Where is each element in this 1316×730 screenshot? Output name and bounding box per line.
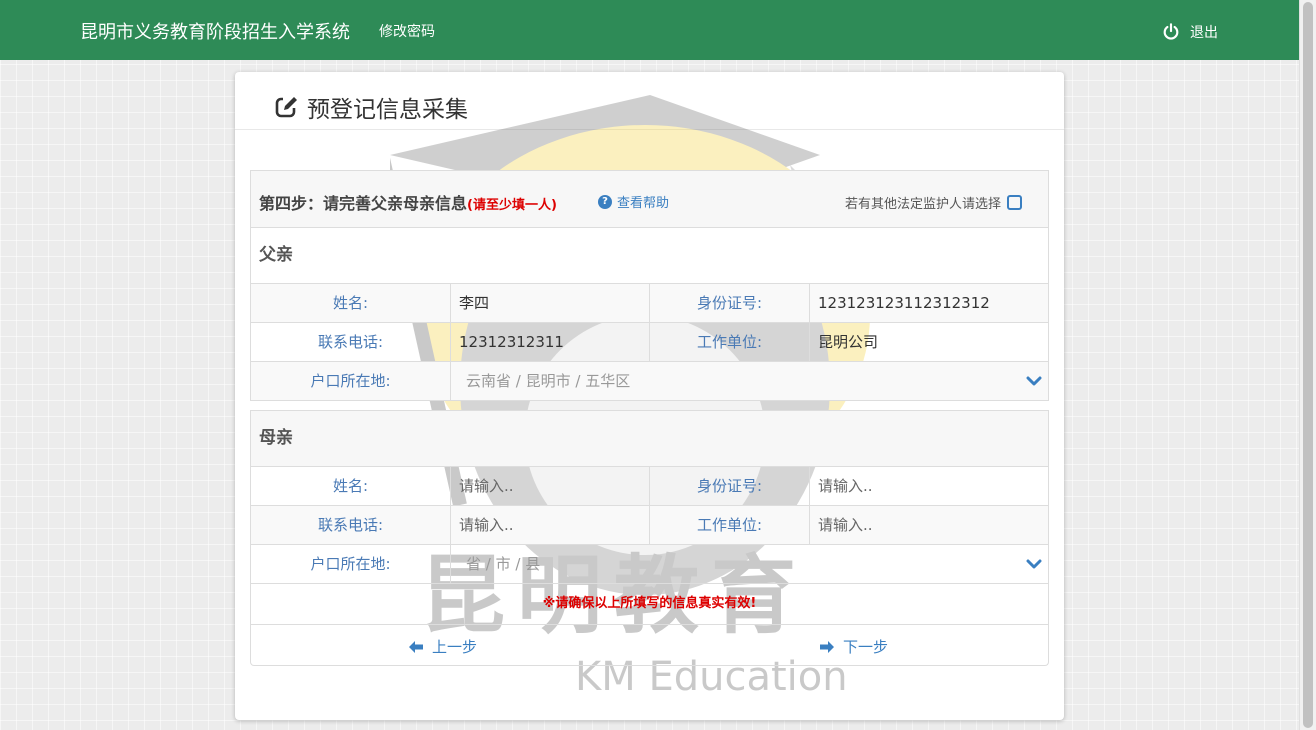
card-header: 预登记信息采集 xyxy=(235,72,1064,130)
top-navbar: 昆明市义务教育阶段招生入学系统 修改密码 退出 xyxy=(0,0,1300,60)
next-step-label: 下一步 xyxy=(843,638,889,656)
page-title: 预登记信息采集 xyxy=(275,90,468,124)
father-phone-label: 联系电话: xyxy=(251,323,451,361)
question-icon: ? xyxy=(598,194,612,209)
mother-id-input[interactable]: 请输入.. xyxy=(810,467,1048,505)
guardian-checkbox[interactable] xyxy=(1007,195,1023,210)
guardian-label: 若有其他法定监护人请选择 xyxy=(845,197,1002,212)
help-link-label: 查看帮助 xyxy=(617,196,670,211)
logout-label: 退出 xyxy=(1190,25,1218,41)
step-note: (请至少填一人) xyxy=(467,198,557,213)
power-icon xyxy=(1163,23,1179,40)
mother-district: 县 xyxy=(525,555,541,573)
mother-row-name: 姓名: 请输入.. 身份证号: 请输入.. xyxy=(250,467,1049,506)
father-phone-field[interactable]: 12312312311 xyxy=(451,323,650,361)
father-district: 五华区 xyxy=(585,372,631,390)
mother-phone-label: 联系电话: xyxy=(251,506,451,544)
father-name-label: 姓名: xyxy=(251,284,451,322)
step-navigation: 上一步 下一步 xyxy=(250,625,1049,666)
chevron-down-icon[interactable] xyxy=(1026,373,1042,389)
next-step-button[interactable]: 下一步 xyxy=(819,636,888,657)
father-name-field[interactable]: 李四 xyxy=(451,284,650,322)
mother-phone-input[interactable]: 请输入.. xyxy=(451,506,650,544)
mother-row-address: 户口所在地: 省 / 市 / 县 xyxy=(250,545,1049,584)
father-address-select[interactable]: 云南省 / 昆明市 / 五华区 xyxy=(451,362,1048,400)
page-title-text: 预登记信息采集 xyxy=(307,97,468,123)
father-row-name: 姓名: 李四 身份证号: 123123123112312312 xyxy=(250,284,1049,323)
father-section-title: 父亲 xyxy=(250,228,1049,284)
mother-address-label: 户口所在地: xyxy=(251,545,451,583)
prev-step-label: 上一步 xyxy=(432,638,478,656)
father-id-label: 身份证号: xyxy=(650,284,810,322)
mother-city: 市 xyxy=(495,555,511,573)
step-title: 第四步：请完善父亲母亲信息(请至少填一人) xyxy=(259,190,557,214)
vertical-scrollbar[interactable] xyxy=(1299,0,1316,730)
father-work-label: 工作单位: xyxy=(650,323,810,361)
mother-id-label: 身份证号: xyxy=(650,467,810,505)
father-row-phone: 联系电话: 12312312311 工作单位: 昆明公司 xyxy=(250,323,1049,362)
change-password-link[interactable]: 修改密码 xyxy=(379,21,435,41)
help-link[interactable]: ? 查看帮助 xyxy=(598,192,669,211)
app-title[interactable]: 昆明市义务教育阶段招生入学系统 xyxy=(80,18,350,44)
father-id-field[interactable]: 123123123112312312 xyxy=(810,284,1048,322)
mother-section-title: 母亲 xyxy=(250,410,1049,467)
mother-address-select[interactable]: 省 / 市 / 县 xyxy=(451,545,1048,583)
prev-step-button[interactable]: 上一步 xyxy=(408,636,477,657)
father-work-field[interactable]: 昆明公司 xyxy=(810,323,1048,361)
arrow-left-icon xyxy=(409,640,423,653)
other-guardian-option[interactable]: 若有其他法定监护人请选择 xyxy=(845,193,1023,212)
arrow-right-icon xyxy=(820,640,834,653)
edit-icon xyxy=(275,97,298,118)
mother-work-label: 工作单位: xyxy=(650,506,810,544)
mother-province: 省 xyxy=(466,555,482,573)
mother-row-phone: 联系电话: 请输入.. 工作单位: 请输入.. xyxy=(250,506,1049,545)
father-city: 昆明市 xyxy=(525,372,571,390)
form-card: 预登记信息采集 昆明教育 KM Education 第四步：请完善父亲母亲信息(… xyxy=(235,72,1064,720)
mother-name-input[interactable]: 请输入.. xyxy=(451,467,650,505)
scrollbar-thumb[interactable] xyxy=(1303,2,1313,728)
step-title-text: 第四步：请完善父亲母亲信息 xyxy=(259,194,468,213)
father-province: 云南省 xyxy=(466,372,512,390)
mother-work-input[interactable]: 请输入.. xyxy=(810,506,1048,544)
step-header: 第四步：请完善父亲母亲信息(请至少填一人) ? 查看帮助 若有其他法定监护人请选… xyxy=(250,170,1049,228)
logout-button[interactable]: 退出 xyxy=(1162,22,1218,42)
father-row-address: 户口所在地: 云南省 / 昆明市 / 五华区 xyxy=(250,362,1049,401)
mother-name-label: 姓名: xyxy=(251,467,451,505)
chevron-down-icon[interactable] xyxy=(1026,556,1042,572)
notice-text: ※请确保以上所填写的信息真实有效! xyxy=(250,584,1049,625)
father-address-label: 户口所在地: xyxy=(251,362,451,400)
parent-info-form: 第四步：请完善父亲母亲信息(请至少填一人) ? 查看帮助 若有其他法定监护人请选… xyxy=(250,170,1049,666)
